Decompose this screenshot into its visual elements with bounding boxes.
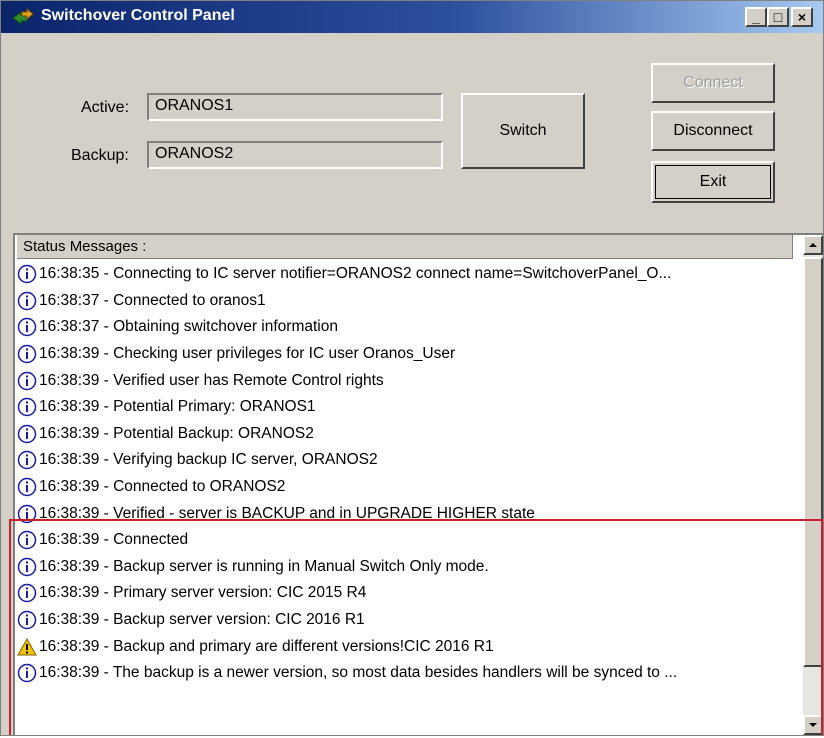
status-messages-header[interactable]: Status Messages : [17, 235, 793, 259]
active-server-value: ORANOS1 [155, 97, 234, 114]
status-message-text: 16:38:39 - Potential Primary: ORANOS1 [39, 398, 316, 416]
status-message[interactable]: 16:38:39 - Potential Backup: ORANOS2 [17, 421, 793, 448]
status-message-text: 16:38:37 - Connected to oranos1 [39, 291, 266, 309]
info-icon [17, 344, 37, 364]
connect-button-label: Connect [683, 74, 743, 91]
status-message-text: 16:38:39 - Primary server version: CIC 2… [39, 584, 367, 602]
info-icon [17, 291, 37, 311]
status-message-text: 16:38:39 - Verifying backup IC server, O… [39, 451, 378, 469]
status-message[interactable]: 16:38:39 - Potential Primary: ORANOS1 [17, 394, 793, 421]
status-message[interactable]: 16:38:39 - Primary server version: CIC 2… [17, 580, 793, 607]
info-icon [17, 557, 37, 577]
status-message-text: 16:38:39 - Checking user privileges for … [39, 345, 456, 363]
status-message-text: 16:38:39 - Verified - server is BACKUP a… [39, 504, 535, 522]
info-icon [17, 530, 37, 550]
info-icon [17, 610, 37, 630]
switchover-app-icon [12, 7, 34, 25]
switch-button-label: Switch [499, 122, 547, 139]
status-message-text: 16:38:39 - The backup is a newer version… [39, 664, 678, 682]
exit-button-label: Exit [699, 173, 727, 190]
status-message-text: 16:38:39 - Connected to ORANOS2 [39, 478, 286, 496]
warning-icon [17, 637, 37, 657]
info-icon [17, 424, 37, 444]
disconnect-button-label: Disconnect [673, 122, 753, 139]
status-message-text: 16:38:39 - Connected [39, 531, 189, 549]
info-icon [17, 317, 37, 337]
status-message-text: 16:38:37 - Obtaining switchover informat… [39, 318, 338, 336]
status-messages-header-label: Status Messages : [23, 238, 147, 255]
minimize-button[interactable]: _ [745, 7, 767, 27]
status-message-text: 16:38:35 - Connecting to IC server notif… [39, 265, 672, 283]
status-message[interactable]: 16:38:39 - Connected to ORANOS2 [17, 474, 793, 501]
minimize-icon: _ [752, 9, 760, 25]
switch-button[interactable]: Switch [461, 93, 585, 169]
status-message[interactable]: 16:38:39 - Verified user has Remote Cont… [17, 367, 793, 394]
active-server-field[interactable]: ORANOS1 [147, 93, 443, 121]
scroll-up-button[interactable] [803, 235, 823, 255]
status-message-text: 16:38:39 - Backup and primary are differ… [39, 637, 494, 655]
status-messages-list[interactable]: Status Messages : 16:38:35 - Connecting … [13, 233, 823, 735]
close-button[interactable]: × [791, 7, 813, 27]
status-message-text: 16:38:39 - Potential Backup: ORANOS2 [39, 424, 314, 442]
backup-server-field[interactable]: ORANOS2 [147, 141, 443, 169]
active-label: Active: [81, 99, 130, 116]
info-icon [17, 583, 37, 603]
title-bar[interactable]: Switchover Control Panel _ □ × [1, 1, 823, 33]
arrow-up-icon [809, 243, 817, 247]
connect-button[interactable]: Connect [651, 63, 775, 103]
status-message[interactable]: 16:38:39 - Connected [17, 527, 793, 554]
maximize-icon: □ [773, 9, 783, 25]
backup-label: Backup: [71, 147, 129, 164]
status-message-text: 16:38:39 - Backup server version: CIC 20… [39, 611, 365, 629]
info-icon [17, 450, 37, 470]
window-title: Switchover Control Panel [41, 7, 235, 24]
info-icon [17, 504, 37, 524]
info-icon [17, 477, 37, 497]
scroll-down-button[interactable] [803, 715, 823, 735]
disconnect-button[interactable]: Disconnect [651, 111, 775, 151]
maximize-button[interactable]: □ [767, 7, 789, 27]
info-icon [17, 397, 37, 417]
status-message[interactable]: 16:38:39 - Backup and primary are differ… [17, 633, 793, 660]
status-message[interactable]: 16:38:39 - Verified - server is BACKUP a… [17, 500, 793, 527]
status-message[interactable]: 16:38:37 - Obtaining switchover informat… [17, 314, 793, 341]
exit-button[interactable]: Exit [651, 161, 775, 203]
info-icon [17, 663, 37, 683]
backup-server-value: ORANOS2 [155, 145, 234, 162]
status-message-text: 16:38:39 - Backup server is running in M… [39, 557, 489, 575]
status-message[interactable]: 16:38:35 - Connecting to IC server notif… [17, 261, 793, 288]
status-message[interactable]: 16:38:39 - Backup server is running in M… [17, 554, 793, 581]
close-icon: × [797, 9, 807, 25]
switchover-window: Switchover Control Panel _ □ × Active: O… [0, 0, 824, 736]
info-icon [17, 264, 37, 284]
status-message-rows: 16:38:35 - Connecting to IC server notif… [17, 261, 793, 687]
status-message[interactable]: 16:38:39 - Verifying backup IC server, O… [17, 447, 793, 474]
status-message-text: 16:38:39 - Verified user has Remote Cont… [39, 371, 384, 389]
info-icon [17, 371, 37, 391]
scroll-thumb[interactable] [803, 257, 823, 667]
status-message[interactable]: 16:38:39 - Backup server version: CIC 20… [17, 607, 793, 634]
vertical-scrollbar[interactable] [803, 235, 823, 735]
status-message[interactable]: 16:38:37 - Connected to oranos1 [17, 288, 793, 315]
status-message[interactable]: 16:38:39 - Checking user privileges for … [17, 341, 793, 368]
arrow-down-icon [809, 723, 817, 727]
status-message[interactable]: 16:38:39 - The backup is a newer version… [17, 660, 793, 687]
